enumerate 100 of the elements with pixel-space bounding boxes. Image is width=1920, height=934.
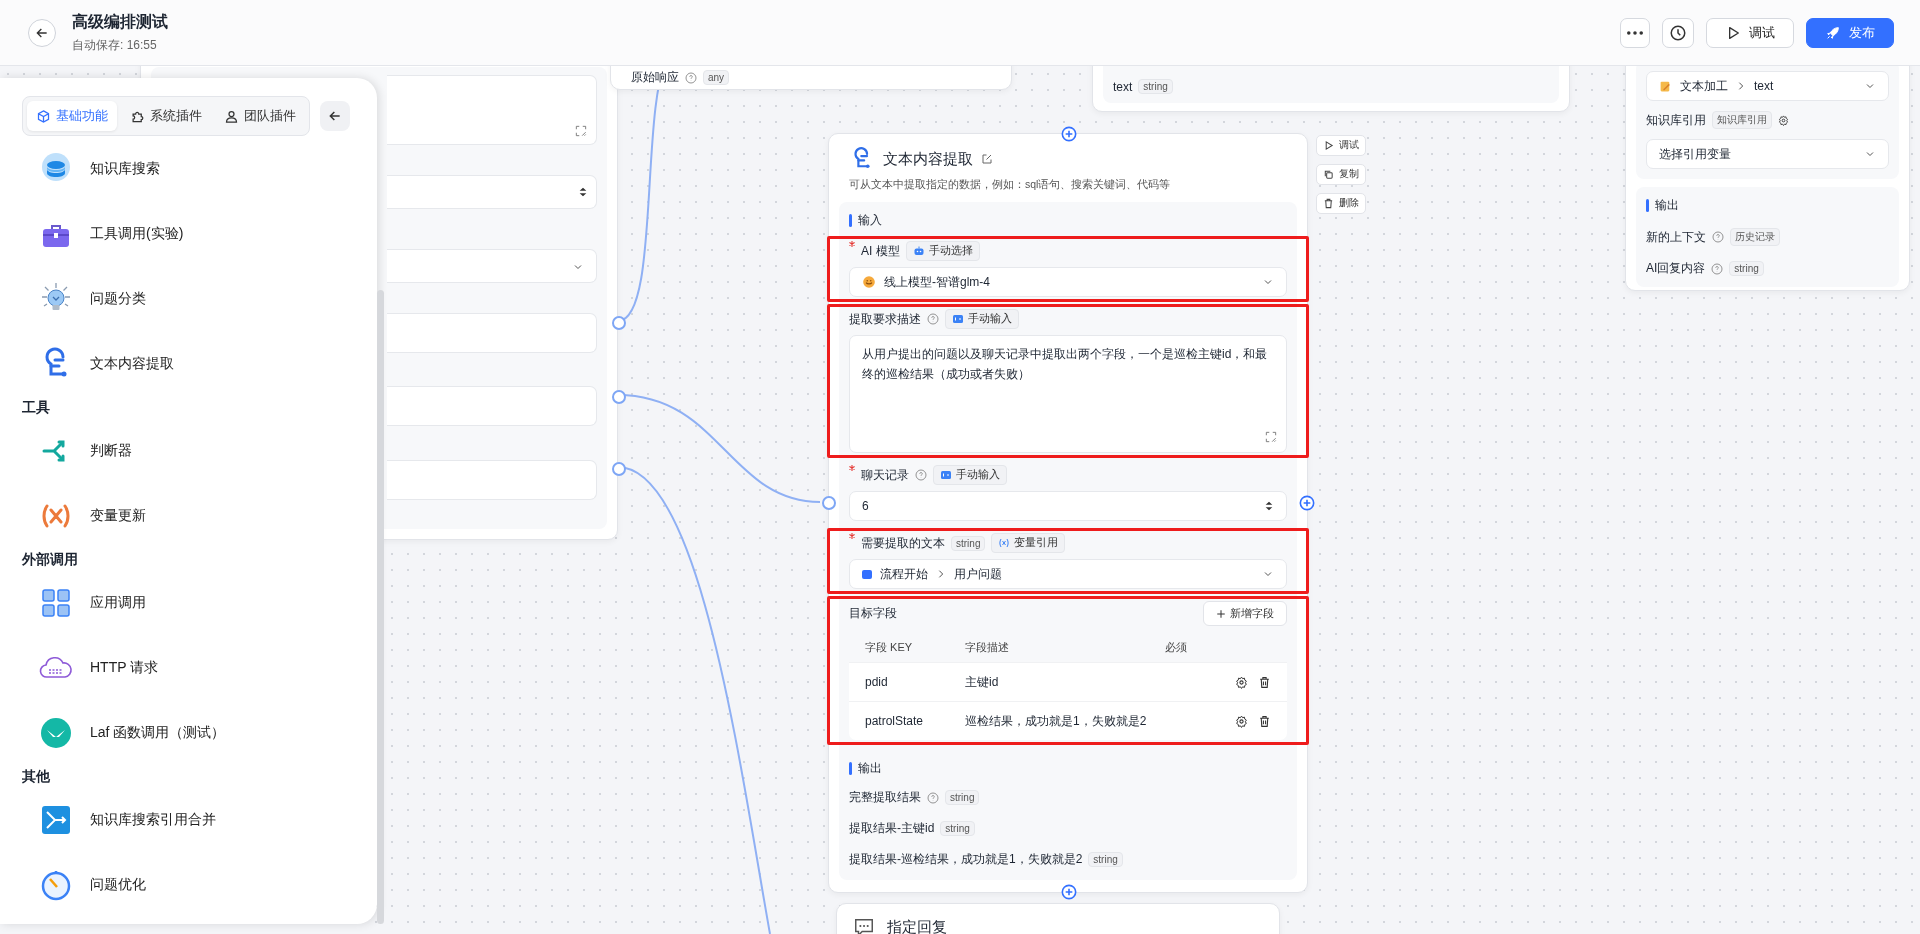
type-tag: string [1138,79,1173,94]
type-tag: 历史记录 [1730,228,1780,246]
model-select[interactable]: 线上模型-智谱glm-4 [849,267,1287,297]
chevron-right-icon [1736,81,1746,91]
scrollbar[interactable] [377,290,384,924]
connection-handle[interactable] [612,390,626,404]
node-item[interactable]: 知识库搜索引用合并 [0,787,377,852]
input-field[interactable] [387,386,597,426]
expand-icon [574,124,588,138]
node-item[interactable]: 工具调用(实验) [0,201,377,266]
more-icon [1627,30,1643,35]
collapse-button[interactable] [320,101,350,131]
output-label: 提取结果-巡检结果，成功就是1，失败就是2 [849,851,1083,868]
node-item[interactable]: 知识库搜索 [0,136,377,201]
type-tag: string [940,821,975,836]
connection-handle[interactable] [612,462,626,476]
input-mode-tag[interactable]: 变量引用 [991,533,1066,553]
delete-button[interactable]: 删除 [1316,193,1366,214]
input-field[interactable] [387,460,597,500]
table-cell-text: pdid [865,675,889,689]
reference-select[interactable]: 选择引用变量 [1646,139,1889,169]
add-field-button[interactable]: 新增字段 [1203,601,1287,626]
debug-button[interactable]: 调试 [1706,17,1794,48]
variable-icon [998,537,1011,549]
person-icon [224,108,239,124]
rocket-icon [1825,24,1841,41]
type-tag: string [945,790,980,805]
input-icon [940,469,952,481]
field-label: AI 模型 [861,242,900,260]
input-field[interactable] [387,75,597,145]
trash-icon [1323,198,1334,209]
connection-handle[interactable] [612,316,626,330]
more-button[interactable] [1620,17,1650,48]
input-mode-tag[interactable]: 手动选择 [905,241,980,261]
gear-icon [1778,114,1789,126]
column-header: 字段 KEY [865,639,914,655]
node-item[interactable]: 问题优化 [0,852,377,917]
section-title: 输出 [1655,197,1679,214]
panel-tab[interactable]: 系统插件 [121,101,211,131]
gear-icon [1235,714,1248,728]
table-cell-text: patrolState [865,714,925,728]
panel-tab[interactable]: 团队插件 [215,101,305,131]
reference-select[interactable]: 流程开始 用户问题 [849,559,1287,589]
node-item[interactable]: Laf 函数调用（测试） [0,700,377,765]
node-item[interactable]: 应用调用 [0,570,377,635]
field-label: 目标字段 [849,605,897,622]
clock-icon [1669,23,1687,42]
group-title: 外部调用 [21,550,79,569]
node-title: 文本内容提取 [883,149,973,169]
output-label: AI回复内容 [1646,260,1706,277]
node-item[interactable]: 问题分类 [0,266,377,331]
publish-button[interactable]: 发布 [1806,17,1894,48]
reference-select[interactable]: 文本加工 text [1646,71,1889,101]
back-button[interactable] [28,18,56,47]
plus-icon [1216,608,1226,619]
trash-icon [1258,675,1271,689]
connection-handle[interactable] [822,496,836,510]
input-mode-tag[interactable]: 手动输入 [933,465,1007,485]
field-label: 提取要求描述 [849,310,921,328]
column-header: 必须 [1165,639,1188,655]
input-field[interactable] [387,175,597,209]
input-field[interactable] [387,249,597,283]
node-item[interactable]: 变量更新 [0,483,377,548]
debug-button[interactable]: 调试 [1316,135,1366,156]
node-item[interactable]: 判断器 [0,418,377,483]
node-description: 可从文本中提取指定的数据，例如：sql语句、搜索关键词、代码等 [848,177,1172,192]
number-input[interactable]: 6 [849,491,1287,521]
edit-icon [981,153,993,165]
trash-icon [1258,714,1271,728]
chat-bubble-icon [853,916,875,934]
type-tag: 知识库引用 [1712,111,1772,129]
panel-tab[interactable]: 基础功能 [27,101,117,131]
prompt-textarea[interactable]: 从用户提出的问题以及聊天记录中提取出两个字段，一个是巡检主键id，和最终的巡检结果（成功或者失败） [849,335,1287,453]
output-label: 原始响应 [631,69,679,86]
node-icon [862,569,872,579]
node-item[interactable]: 文本内容提取 [0,331,377,396]
play-icon [1323,140,1334,151]
output-label: 新的上下文 [1646,228,1706,246]
copy-icon [1323,169,1334,180]
section-title: 输出 [858,760,882,777]
robot-icon [912,245,925,257]
input-mode-tag[interactable]: 手动输入 [945,309,1019,329]
note-icon [1659,79,1672,93]
type-tag: string [951,535,986,551]
type-tag: any [703,70,730,85]
table-cell-text: 主键id [965,673,1000,691]
field-label: 聊天记录 [861,466,909,484]
node-title: 指定回复 [887,917,947,934]
field-label: 需要提取的文本 [861,534,945,552]
cube-icon [36,108,51,124]
copy-button[interactable]: 复制 [1316,164,1366,185]
node-item[interactable]: HTTP 请求 [0,635,377,700]
output-label: 提取结果-主键id [849,820,935,837]
section-title: 输入 [858,212,882,229]
model-avatar-icon [862,275,876,289]
app-title: 高级编排测试 [72,11,168,32]
group-title: 工具 [21,398,51,417]
history-button[interactable] [1662,17,1694,48]
spinner-arrows-icon [1264,501,1274,511]
input-field[interactable] [387,313,597,353]
